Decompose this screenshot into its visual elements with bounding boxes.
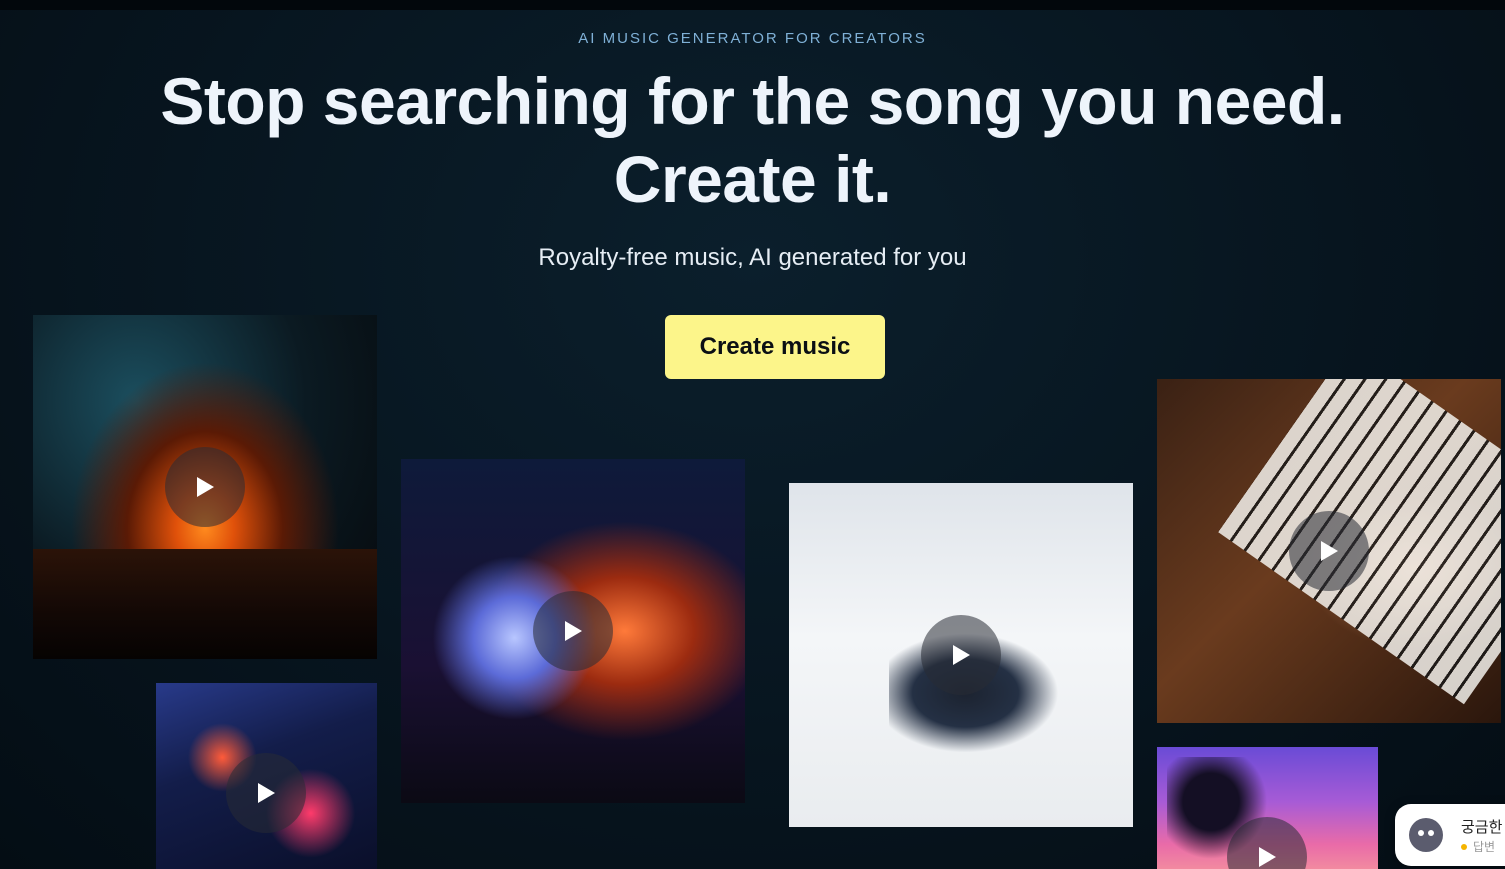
play-button[interactable] (1289, 511, 1369, 591)
gallery-tile-concert[interactable] (33, 315, 377, 659)
play-icon (258, 783, 275, 803)
gallery-tile-sunset[interactable] (1157, 747, 1378, 869)
landing-page: AI MUSIC GENERATOR FOR CREATORS Stop sea… (0, 0, 1505, 869)
chat-widget-subtitle: 답변 (1473, 840, 1496, 854)
play-button[interactable] (165, 447, 245, 527)
crowd-silhouette (33, 549, 377, 659)
headline-line-1: Stop searching for the song you need. (160, 64, 1345, 138)
gallery-tile-disco[interactable] (401, 459, 745, 803)
gallery-tile-city[interactable] (156, 683, 377, 869)
play-button[interactable] (921, 615, 1001, 695)
chat-avatar-icon (1409, 818, 1443, 852)
avatar-eye (1428, 830, 1434, 836)
chat-widget-title: 궁금한 (1461, 818, 1503, 836)
hero-eyebrow: AI MUSIC GENERATOR FOR CREATORS (0, 30, 1505, 47)
gallery-tile-piano[interactable] (1157, 379, 1501, 723)
gallery-tile-dancer[interactable] (789, 483, 1133, 827)
chat-widget[interactable]: 궁금한 답변 (1395, 804, 1505, 866)
play-icon (953, 645, 970, 665)
play-button[interactable] (226, 753, 306, 833)
hero-headline: Stop searching for the song you need. Cr… (0, 62, 1505, 218)
headline-line-2: Create it. (613, 142, 892, 216)
create-music-button[interactable]: Create music (665, 315, 885, 379)
play-icon (1259, 847, 1276, 867)
play-button[interactable] (533, 591, 613, 671)
chat-status-dot (1461, 844, 1467, 850)
avatar-eye (1418, 830, 1424, 836)
play-icon (197, 477, 214, 497)
play-icon (565, 621, 582, 641)
hero-subheadline: Royalty-free music, AI generated for you (538, 244, 967, 271)
play-icon (1321, 541, 1338, 561)
top-bar (0, 0, 1505, 10)
eyebrow-text: AI MUSIC GENERATOR FOR CREATORS (578, 30, 927, 47)
